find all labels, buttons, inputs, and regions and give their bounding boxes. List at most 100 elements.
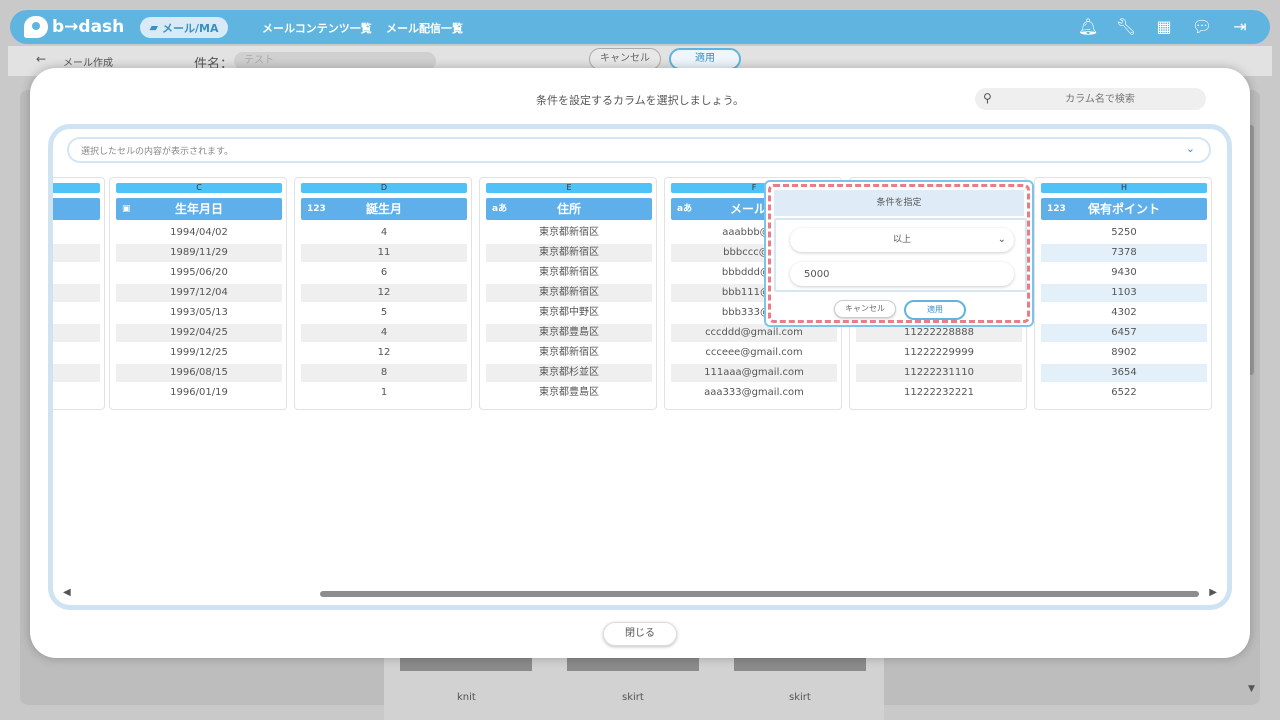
condition-popup: 条件を指定 以上 ⌄ キャンセル 適用: [764, 180, 1034, 327]
column-cell[interactable]: 1103: [1041, 284, 1207, 302]
scrollbar-thumb[interactable]: [320, 591, 1199, 597]
column-header[interactable]: 123 保有ポイント: [1041, 198, 1207, 220]
scroll-right-arrow-icon[interactable]: ▶: [1209, 587, 1217, 598]
column-cell[interactable]: ccceee@gmail.com: [671, 344, 837, 362]
column-cell[interactable]: 1999/12/25: [116, 344, 282, 362]
column-cell[interactable]: 12: [301, 344, 467, 362]
column-cell[interactable]: 11222231110: [856, 364, 1022, 382]
column-cell[interactable]: 11222232221: [856, 384, 1022, 402]
wrench-icon[interactable]: 🔧︎: [1116, 16, 1136, 36]
column-cell[interactable]: 東京都杉並区: [486, 364, 652, 382]
column-cell[interactable]: [53, 364, 100, 382]
column-cell[interactable]: 東京都中野区: [486, 304, 652, 322]
column-letter[interactable]: H: [1041, 183, 1207, 193]
number-type-icon: 123: [1047, 204, 1066, 214]
nav-mail-contents[interactable]: メールコンテンツ一覧: [262, 20, 372, 36]
column-cell[interactable]: 5: [301, 304, 467, 322]
column-cell[interactable]: 1994/04/02: [116, 224, 282, 242]
column-letter[interactable]: D: [301, 183, 467, 193]
nav-mail-deliveries[interactable]: メール配信一覧: [386, 20, 463, 36]
column-cell[interactable]: 1993/05/13: [116, 304, 282, 322]
column-cell[interactable]: 3654: [1041, 364, 1207, 382]
search-icon: ⚲: [983, 91, 992, 105]
column-cell[interactable]: 6457: [1041, 324, 1207, 342]
column-header[interactable]: ▣ 生年月日: [116, 198, 282, 220]
subbar-cancel-button[interactable]: キャンセル: [589, 48, 661, 70]
column-cell[interactable]: 8: [301, 364, 467, 382]
column-cell[interactable]: 東京都新宿区: [486, 224, 652, 242]
column-cell[interactable]: 東京都豊島区: [486, 384, 652, 402]
column-cell[interactable]: 9430: [1041, 264, 1207, 282]
column-cell[interactable]: 8902: [1041, 344, 1207, 362]
column-cell[interactable]: 東京都新宿区: [486, 264, 652, 282]
nav-mail-ma[interactable]: ▰ メール/MA: [140, 17, 228, 38]
column-e[interactable]: Eaあ 住所東京都新宿区 東京都新宿区 東京都新宿区 東京都新宿区 東京都中野区 東京都豊島…: [479, 177, 657, 410]
apps-grid-icon[interactable]: ▦: [1154, 16, 1174, 36]
popup-title: 条件を指定: [774, 190, 1024, 216]
calendar-icon: ▣: [122, 204, 131, 214]
column-cell[interactable]: 11222229999: [856, 344, 1022, 362]
scroll-down-arrow-icon[interactable]: ▼: [1248, 684, 1255, 694]
popup-body: 以上 ⌄: [774, 218, 1027, 292]
column-cell[interactable]: 4: [301, 324, 467, 342]
column-letter[interactable]: E: [486, 183, 652, 193]
chevron-down-icon[interactable]: ⌄: [1186, 142, 1195, 155]
popup-cancel-button[interactable]: キャンセル: [834, 300, 896, 318]
column-cell[interactable]: 7378: [1041, 244, 1207, 262]
column-cell[interactable]: [53, 324, 100, 342]
column-cell[interactable]: 4: [301, 224, 467, 242]
column-h[interactable]: H 123 保有ポイント 5250 7378 9430 1103 4302 6457 8902 36…: [1034, 177, 1212, 410]
logo-text: b→dash: [52, 17, 125, 37]
column-cell[interactable]: 1996/08/15: [116, 364, 282, 382]
popup-apply-button[interactable]: 適用: [904, 300, 966, 320]
background-product-list: knit skirt skirt: [384, 655, 884, 720]
column-b-partial[interactable]: [53, 177, 105, 410]
column-cell[interactable]: 5250: [1041, 224, 1207, 242]
app-logo[interactable]: b→dash: [24, 16, 124, 38]
operator-value: 以上: [892, 235, 911, 245]
column-c[interactable]: C ▣ 生年月日 1994/04/02 1989/11/29 1995/06/20 1997…: [109, 177, 287, 410]
subbar-apply-button[interactable]: 適用: [669, 48, 741, 70]
column-cell[interactable]: 6522: [1041, 384, 1207, 402]
bell-icon[interactable]: 🔔︎: [1078, 16, 1098, 36]
column-search[interactable]: ⚲: [975, 88, 1206, 110]
column-cell[interactable]: [53, 284, 100, 302]
column-cell[interactable]: 111aaa@gmail.com: [671, 364, 837, 382]
column-cell[interactable]: 東京都新宿区: [486, 244, 652, 262]
column-header[interactable]: aあ 住所: [486, 198, 652, 220]
column-cell[interactable]: 11: [301, 244, 467, 262]
condition-value-input[interactable]: [790, 262, 1014, 286]
horizontal-scrollbar[interactable]: ◀ ▶: [63, 587, 1217, 601]
selected-cell-placeholder: 選択したセルの内容が表示されます。: [81, 147, 234, 157]
logout-icon[interactable]: ⇥: [1230, 16, 1250, 36]
column-cell[interactable]: 東京都豊島区: [486, 324, 652, 342]
back-arrow-icon[interactable]: ←: [36, 52, 46, 66]
chat-icon[interactable]: 💬︎: [1192, 16, 1212, 36]
operator-select[interactable]: 以上 ⌄: [790, 228, 1014, 252]
column-cell[interactable]: 1992/04/25: [116, 324, 282, 342]
column-cell[interactable]: 1997/12/04: [116, 284, 282, 302]
product-caption: skirt: [789, 692, 811, 703]
column-select-modal: 条件を設定するカラムを選択しましょう。 ⚲ 選択したセルの内容が表示されます。 …: [30, 68, 1250, 658]
close-button[interactable]: 閉じる: [603, 622, 677, 646]
column-cell[interactable]: 1: [301, 384, 467, 402]
column-cell[interactable]: 1989/11/29: [116, 244, 282, 262]
column-cell[interactable]: aaa333@gmail.com: [671, 384, 837, 402]
column-cell[interactable]: 東京都新宿区: [486, 344, 652, 362]
column-cell[interactable]: 12: [301, 284, 467, 302]
column-cell[interactable]: 1995/06/20: [116, 264, 282, 282]
product-caption: skirt: [622, 692, 644, 703]
scroll-left-arrow-icon[interactable]: ◀: [63, 587, 71, 598]
column-header[interactable]: 123 誕生月: [301, 198, 467, 220]
column-cell[interactable]: 東京都新宿区: [486, 284, 652, 302]
column-cell[interactable]: [53, 244, 100, 262]
column-letter[interactable]: C: [116, 183, 282, 193]
column-cell[interactable]: 1996/01/19: [116, 384, 282, 402]
column-cell[interactable]: 4302: [1041, 304, 1207, 322]
column-letter: [53, 183, 100, 193]
column-search-input[interactable]: [1005, 88, 1195, 110]
column-header[interactable]: [53, 198, 100, 220]
column-d[interactable]: D 123 誕生月 4 11 6 12 5 4 12 8 1: [294, 177, 472, 410]
selected-cell-bar[interactable]: 選択したセルの内容が表示されます。 ⌄: [67, 137, 1211, 163]
column-cell[interactable]: 6: [301, 264, 467, 282]
